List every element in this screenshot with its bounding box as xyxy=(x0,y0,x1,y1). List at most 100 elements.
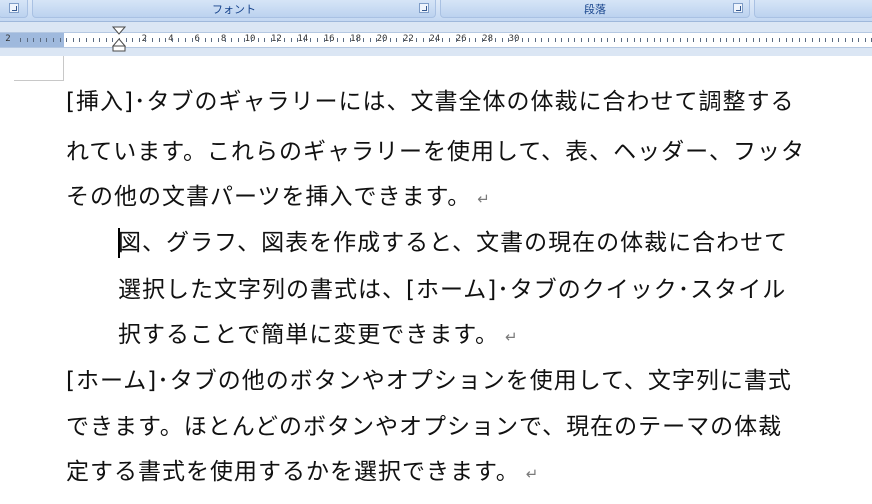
ruler-tick xyxy=(376,38,377,42)
ruler-tick xyxy=(93,38,94,42)
ruler-tick xyxy=(733,38,734,42)
ruler-label: 20 xyxy=(376,34,388,44)
ruler-tick xyxy=(456,38,457,42)
ruler-label: 14 xyxy=(297,34,309,44)
text-line-7[interactable]: [ホーム]･タブの他のボタンやオプションを使用して、文字列に書式 xyxy=(66,366,792,396)
ruler-tick xyxy=(680,38,681,42)
ruler-tick xyxy=(277,38,278,42)
ruler-tick xyxy=(489,38,490,42)
ruler-tick xyxy=(508,38,509,42)
ruler-tick xyxy=(258,38,259,42)
clipboard-dialog-launcher-icon[interactable] xyxy=(9,3,19,13)
ruler-tick xyxy=(865,38,866,42)
ruler-tick xyxy=(522,38,523,42)
ruler-tick xyxy=(238,38,239,42)
ruler-tick xyxy=(469,38,470,42)
ruler-tick xyxy=(429,38,430,42)
ruler-tick xyxy=(746,38,747,42)
text-line-1[interactable]: [挿入]･タブのギャラリーには、文書全体の体裁に合わせて調整する xyxy=(66,87,794,117)
ruler-tick xyxy=(33,38,34,42)
text-line-4[interactable]: 図、グラフ、図表を作成すると、文書の現在の体裁に合わせて xyxy=(118,228,788,258)
ruler-tick xyxy=(244,38,245,42)
ruler-tick xyxy=(515,38,516,42)
ruler-tick xyxy=(264,38,265,42)
text-cursor xyxy=(118,228,120,258)
ruler-tick xyxy=(819,38,820,42)
ruler-tick xyxy=(271,38,272,42)
ruler-tick xyxy=(126,38,127,42)
ruler-tick xyxy=(535,38,536,42)
ruler-label: 10 xyxy=(244,34,256,44)
ruler-tick xyxy=(436,38,437,42)
ruler-tick xyxy=(667,38,668,42)
font-dialog-launcher-icon[interactable] xyxy=(419,3,429,13)
ruler-tick xyxy=(330,38,331,42)
ruler-tick xyxy=(502,38,503,42)
ruler-tick xyxy=(218,38,219,42)
ruler-tick xyxy=(86,38,87,42)
ruler-tick xyxy=(766,38,767,42)
text-line-5[interactable]: 選択した文字列の書式は、[ホーム]･タブのクイック･スタイル xyxy=(118,275,786,305)
ruler-tick xyxy=(310,38,311,42)
ruler-tick xyxy=(772,38,773,42)
ruler-tick xyxy=(462,38,463,42)
ruler-tick xyxy=(574,38,575,42)
ruler-tick xyxy=(403,38,404,42)
paragraph-mark-icon: ↵ xyxy=(525,465,540,483)
ruler-tick xyxy=(568,38,569,42)
ruler-tick xyxy=(66,38,67,42)
ruler-tick xyxy=(753,38,754,42)
ruler-tick xyxy=(759,38,760,42)
ruler-tick xyxy=(852,38,853,42)
ruler-tick xyxy=(20,38,21,42)
text-line-6[interactable]: 択することで簡単に変更できます。 ↵ xyxy=(118,320,519,352)
indent-marker-icon[interactable] xyxy=(112,26,126,52)
ruler-tick xyxy=(442,38,443,42)
ruler-tick xyxy=(416,38,417,42)
ruler-tick xyxy=(660,38,661,42)
ruler-tick xyxy=(588,38,589,42)
ruler-tick xyxy=(858,38,859,42)
ruler-tick xyxy=(324,38,325,42)
ruler-tick xyxy=(779,38,780,42)
ruler-tick xyxy=(601,38,602,42)
ruler-tick xyxy=(383,38,384,42)
ruler-tick xyxy=(172,38,173,42)
text-line-9[interactable]: 定する書式を使用するかを選択できます。 ↵ xyxy=(66,457,539,489)
ruler-tick xyxy=(40,38,41,42)
ruler-tick xyxy=(370,38,371,42)
ruler-tick xyxy=(700,38,701,42)
ruler-tick xyxy=(687,38,688,42)
ruler-tick xyxy=(159,38,160,42)
ruler-tick xyxy=(561,38,562,42)
paragraph-dialog-launcher-icon[interactable] xyxy=(733,3,743,13)
ruler-tick xyxy=(192,38,193,42)
ruler-tick xyxy=(528,38,529,42)
text-line-2[interactable]: れています。これらのギャラリーを使用して、表、ヘッダー、フッタ xyxy=(66,137,805,167)
text-line-8[interactable]: できます。ほとんどのボタンやオプションで、現在のテーマの体裁 xyxy=(66,412,782,442)
ruler-label: 18 xyxy=(350,34,362,44)
ruler-tick xyxy=(139,38,140,42)
ruler-tick xyxy=(363,38,364,42)
ruler-tick xyxy=(99,38,100,42)
ruler-tick xyxy=(673,38,674,42)
ruler-tick xyxy=(838,38,839,42)
ruler-tick xyxy=(337,38,338,42)
ruler-tick xyxy=(297,38,298,42)
ruler-tick xyxy=(350,38,351,42)
ruler-tick xyxy=(132,38,133,42)
ruler-tick xyxy=(145,38,146,42)
horizontal-ruler[interactable]: 224681012141618202224262830 xyxy=(0,32,872,48)
ruler-tick xyxy=(812,38,813,42)
ruler-tick xyxy=(390,38,391,42)
ruler-tick xyxy=(482,38,483,42)
ruler-tick xyxy=(634,38,635,42)
ruler-tick xyxy=(284,38,285,42)
paragraph-mark-icon: ↵ xyxy=(505,328,519,346)
ruler-label: 30 xyxy=(508,34,520,44)
ruler-tick xyxy=(357,38,358,42)
text-line-3[interactable]: その他の文書パーツを挿入できます。 ↵ xyxy=(66,182,491,214)
ruler-tick xyxy=(739,38,740,42)
ribbon-group-styles xyxy=(754,0,872,18)
ruler-tick xyxy=(799,38,800,42)
